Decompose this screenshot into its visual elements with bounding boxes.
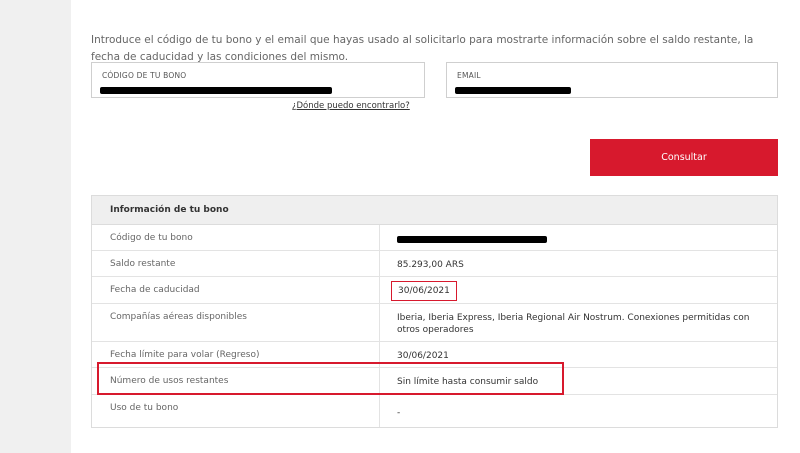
row-label: Compañías aéreas disponibles	[110, 312, 247, 322]
redacted-email	[455, 87, 571, 94]
table-row: Fecha de caducidad 30/06/2021	[92, 277, 777, 304]
where-to-find-link[interactable]: ¿Dónde puedo encontrarlo?	[292, 101, 410, 111]
row-label: Fecha de caducidad	[110, 285, 200, 295]
voucher-info-title: Información de tu bono	[92, 196, 777, 225]
table-row: Uso de tu bono -	[92, 395, 777, 427]
row-value	[379, 225, 777, 250]
row-label: Saldo restante	[110, 259, 176, 269]
row-label: Código de tu bono	[110, 233, 193, 243]
row-label: Uso de tu bono	[110, 403, 179, 413]
row-value: 30/06/2021	[379, 277, 777, 303]
balance-value: 85.293,00 ARS	[379, 251, 777, 276]
airlines-value: Iberia, Iberia Express, Iberia Regional …	[379, 304, 777, 341]
voucher-use-value: -	[379, 395, 777, 427]
expiry-date-value: 30/06/2021	[391, 281, 457, 301]
highlight-annotation-box	[97, 362, 564, 395]
voucher-code-label: CÓDIGO DE TU BONO	[102, 71, 187, 80]
table-row: Compañías aéreas disponibles Iberia, Ibe…	[92, 304, 777, 342]
voucher-code-field[interactable]: CÓDIGO DE TU BONO	[91, 62, 425, 98]
table-row: Código de tu bono	[92, 225, 777, 251]
redacted-code	[100, 87, 332, 94]
redacted-voucher-code	[397, 236, 547, 243]
intro-text: Introduce el código de tu bono y el emai…	[91, 33, 754, 63]
email-label: EMAIL	[457, 71, 481, 80]
email-field[interactable]: EMAIL	[446, 62, 778, 98]
consultar-button[interactable]: Consultar	[590, 139, 778, 176]
table-row: Saldo restante 85.293,00 ARS	[92, 251, 777, 277]
